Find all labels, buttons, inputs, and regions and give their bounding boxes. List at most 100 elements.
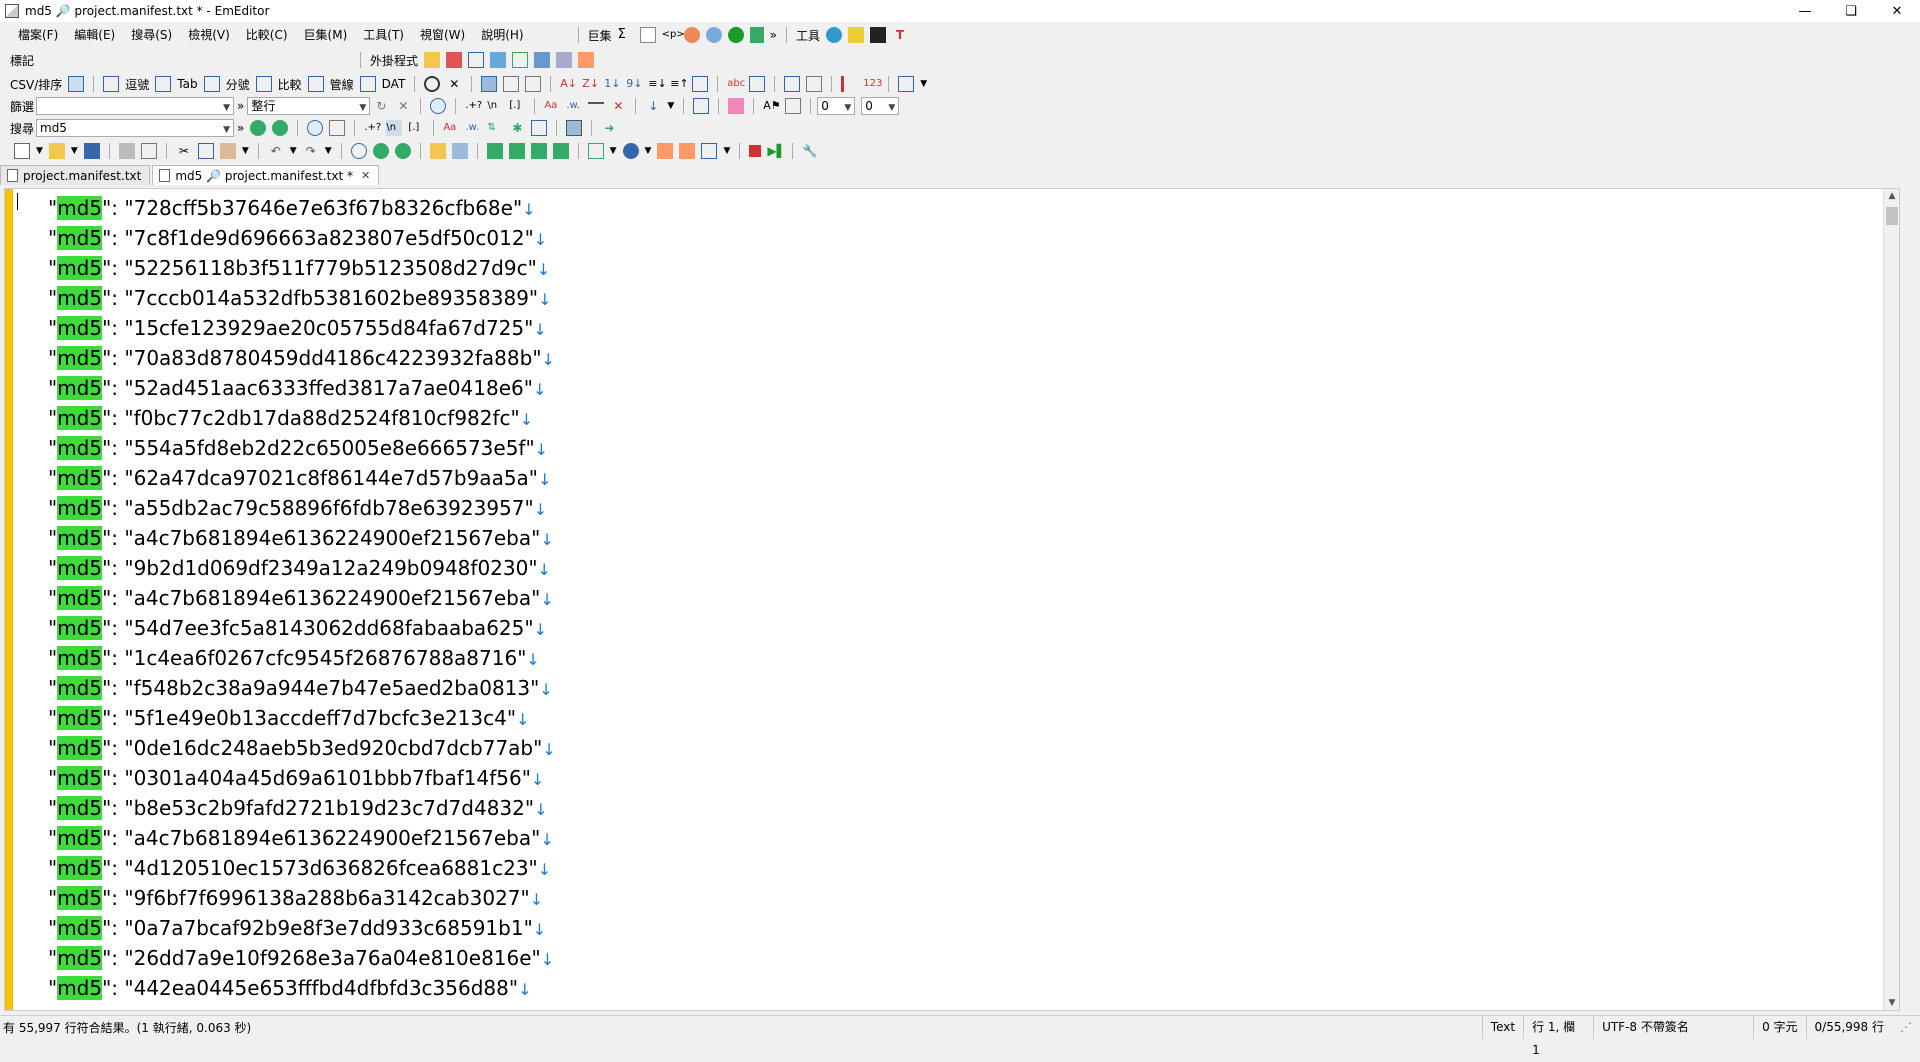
print-icon[interactable]: [118, 143, 135, 159]
scroll-down-icon[interactable]: ▼: [1884, 998, 1899, 1008]
chevron-down-icon[interactable]: ▼: [645, 146, 652, 156]
sort-columns-icon[interactable]: [692, 76, 709, 92]
editor-line[interactable]: "md5": "5f1e49e0b13accdeff7d7bcfc3e213c4…: [48, 703, 556, 733]
vertical-scrollbar[interactable]: ▲ ▼: [1883, 189, 1899, 1010]
pipe-icon[interactable]: [307, 76, 324, 92]
numbering-icon[interactable]: 123: [863, 76, 882, 92]
edit-macro-icon[interactable]: [639, 27, 656, 43]
dat-icon[interactable]: [359, 76, 376, 92]
resize-grip-icon[interactable]: ⋰: [1892, 1016, 1920, 1039]
match-case-icon[interactable]: Aa: [443, 120, 459, 136]
chevron-down-icon[interactable]: ▼: [242, 146, 249, 156]
chevron-down-icon[interactable]: ▼: [920, 79, 927, 89]
undo-icon[interactable]: ↶: [268, 143, 284, 159]
web-preview-icon[interactable]: [556, 52, 573, 68]
chevron-down-icon[interactable]: ▼: [610, 146, 617, 156]
tab-icon[interactable]: [155, 76, 172, 92]
scroll-up-icon[interactable]: ▲: [1884, 191, 1899, 201]
chevron-down-icon[interactable]: ▼: [888, 100, 895, 116]
refresh-icon[interactable]: ↻: [373, 98, 389, 114]
menu-search[interactable]: 搜尋(S): [123, 24, 180, 46]
regex-icon[interactable]: .+?: [364, 120, 381, 136]
format-icon[interactable]: A⚑: [763, 98, 780, 114]
play-circle-icon[interactable]: [727, 27, 744, 43]
csv-comma-button[interactable]: 逗號: [125, 76, 149, 93]
editor-line[interactable]: "md5": "a4c7b681894e6136224900ef21567eba…: [48, 823, 556, 853]
save-icon[interactable]: [83, 143, 100, 159]
new-file-icon[interactable]: [14, 143, 30, 159]
sort-ascending-icon[interactable]: A↓: [560, 76, 577, 92]
list-icon[interactable]: [841, 76, 857, 92]
chevron-right-icon[interactable]: »: [237, 121, 244, 135]
filter-icon[interactable]: [451, 143, 468, 159]
chevron-down-icon[interactable]: ▼: [325, 146, 332, 156]
chevron-right-icon[interactable]: »: [237, 99, 244, 113]
escape-sequence-icon[interactable]: \n: [487, 98, 503, 114]
editor-line[interactable]: "md5": "26dd7a9e10f9268e3a76a04e810e816e…: [48, 943, 556, 973]
sort-descending-icon[interactable]: Z↓: [582, 76, 599, 92]
csv-pipe-button[interactable]: 管線: [330, 76, 354, 93]
editor-line[interactable]: "md5": "728cff5b37646e7e63f67b8326cfb68e…: [48, 193, 556, 223]
close-tab-icon[interactable]: ✕: [361, 169, 370, 182]
tab-project-manifest[interactable]: project.manifest.txt: [0, 165, 151, 185]
editor-line[interactable]: "md5": "54d7ee3fc5a8143062dd68fabaaba625…: [48, 613, 556, 643]
editor-line[interactable]: "md5": "554a5fd8eb2d22c65005e8e666573e5f…: [48, 433, 556, 463]
find-previous-icon[interactable]: [272, 120, 289, 136]
escape-sequence-icon[interactable]: \n: [386, 120, 403, 136]
customize-icon[interactable]: [701, 143, 718, 159]
close-button[interactable]: ✕: [1874, 0, 1920, 22]
text-tool-icon[interactable]: T: [892, 27, 908, 43]
sync-scroll-icon[interactable]: [508, 143, 525, 159]
editor-line[interactable]: "md5": "4d120510ec1573d636826fcea6881c23…: [48, 853, 556, 883]
paste-icon[interactable]: [219, 143, 236, 159]
csv-dat-button[interactable]: DAT: [382, 77, 406, 91]
explorer-icon[interactable]: [424, 52, 441, 68]
csv-tab-button[interactable]: Tab: [177, 77, 197, 91]
whole-word-icon[interactable]: .w.: [465, 120, 481, 136]
character-map-icon[interactable]: [446, 52, 463, 68]
sort-numeric-ascending-icon[interactable]: 1↓: [604, 76, 620, 92]
compare-icon[interactable]: [255, 76, 272, 92]
menu-file[interactable]: 檔案(F): [10, 24, 66, 46]
config-icon[interactable]: [657, 143, 674, 159]
html-tag-icon[interactable]: <p>: [662, 27, 685, 43]
editor-line[interactable]: "md5": "b8e53c2b9fafd2721b19d23c7d7d4832…: [48, 793, 556, 823]
editor-line[interactable]: "md5": "0de16dc248aeb5b3ed920cbd7dcb77ab…: [48, 733, 556, 763]
command-prompt-icon[interactable]: [869, 27, 886, 43]
split-window-icon[interactable]: [784, 76, 801, 92]
encoding-icon[interactable]: [587, 143, 604, 159]
fit-columns-icon[interactable]: [525, 76, 542, 92]
editor-line[interactable]: "md5": "52256118b3f511f779b5123508d27d9c…: [48, 253, 556, 283]
replace-icon[interactable]: [566, 120, 583, 136]
editor-line[interactable]: "md5": "52ad451aac6333ffed3817a7ae0418e6…: [48, 373, 556, 403]
find-next-icon[interactable]: [372, 143, 389, 159]
menu-compare[interactable]: 比較(C): [238, 24, 296, 46]
ruler-icon[interactable]: [898, 76, 915, 92]
find-icon[interactable]: [350, 143, 367, 159]
editor-line[interactable]: "md5": "f0bc77c2db17da88d2524f810cf982fc…: [48, 403, 556, 433]
status-position[interactable]: 行 1, 欄 1: [1523, 1016, 1593, 1057]
editor-line[interactable]: "md5": "0301a404a45d69a6101bbb7fbaf14f56…: [48, 763, 556, 793]
chevron-down-icon[interactable]: ▼: [36, 146, 43, 156]
brackets-icon[interactable]: [.]: [408, 120, 424, 136]
status-mode[interactable]: Text: [1481, 1016, 1523, 1039]
filter-mode-select[interactable]: 整行 ▼: [247, 97, 371, 115]
number-of-lines-before-select[interactable]: 0 ▼: [817, 97, 856, 115]
arrow-right-icon[interactable]: ➜: [601, 120, 617, 136]
wrap-around-icon[interactable]: ⇅: [487, 120, 503, 136]
whole-word-icon[interactable]: .w.: [566, 98, 582, 114]
wrench-icon[interactable]: 🔧: [802, 143, 818, 159]
editor-line[interactable]: "md5": "62a47dca97021c8f86144e7d57b9aa5a…: [48, 463, 556, 493]
cursor-icon[interactable]: [749, 27, 764, 43]
chevron-down-icon[interactable]: ▼: [667, 101, 674, 111]
print-preview-icon[interactable]: [140, 143, 157, 159]
brackets-icon[interactable]: [.]: [509, 98, 525, 114]
notepad-icon[interactable]: [847, 27, 864, 43]
menu-help[interactable]: 說明(H): [473, 24, 531, 46]
comma-icon[interactable]: [103, 76, 120, 92]
chevron-right-icon[interactable]: »: [770, 28, 777, 42]
editor-line[interactable]: "md5": "70a83d8780459dd4186c4223932fa88b…: [48, 343, 556, 373]
csv-compare-button[interactable]: 比較: [278, 76, 302, 93]
extract-icon[interactable]: [785, 98, 802, 114]
sort-length-icon[interactable]: ≡↓: [648, 76, 666, 92]
